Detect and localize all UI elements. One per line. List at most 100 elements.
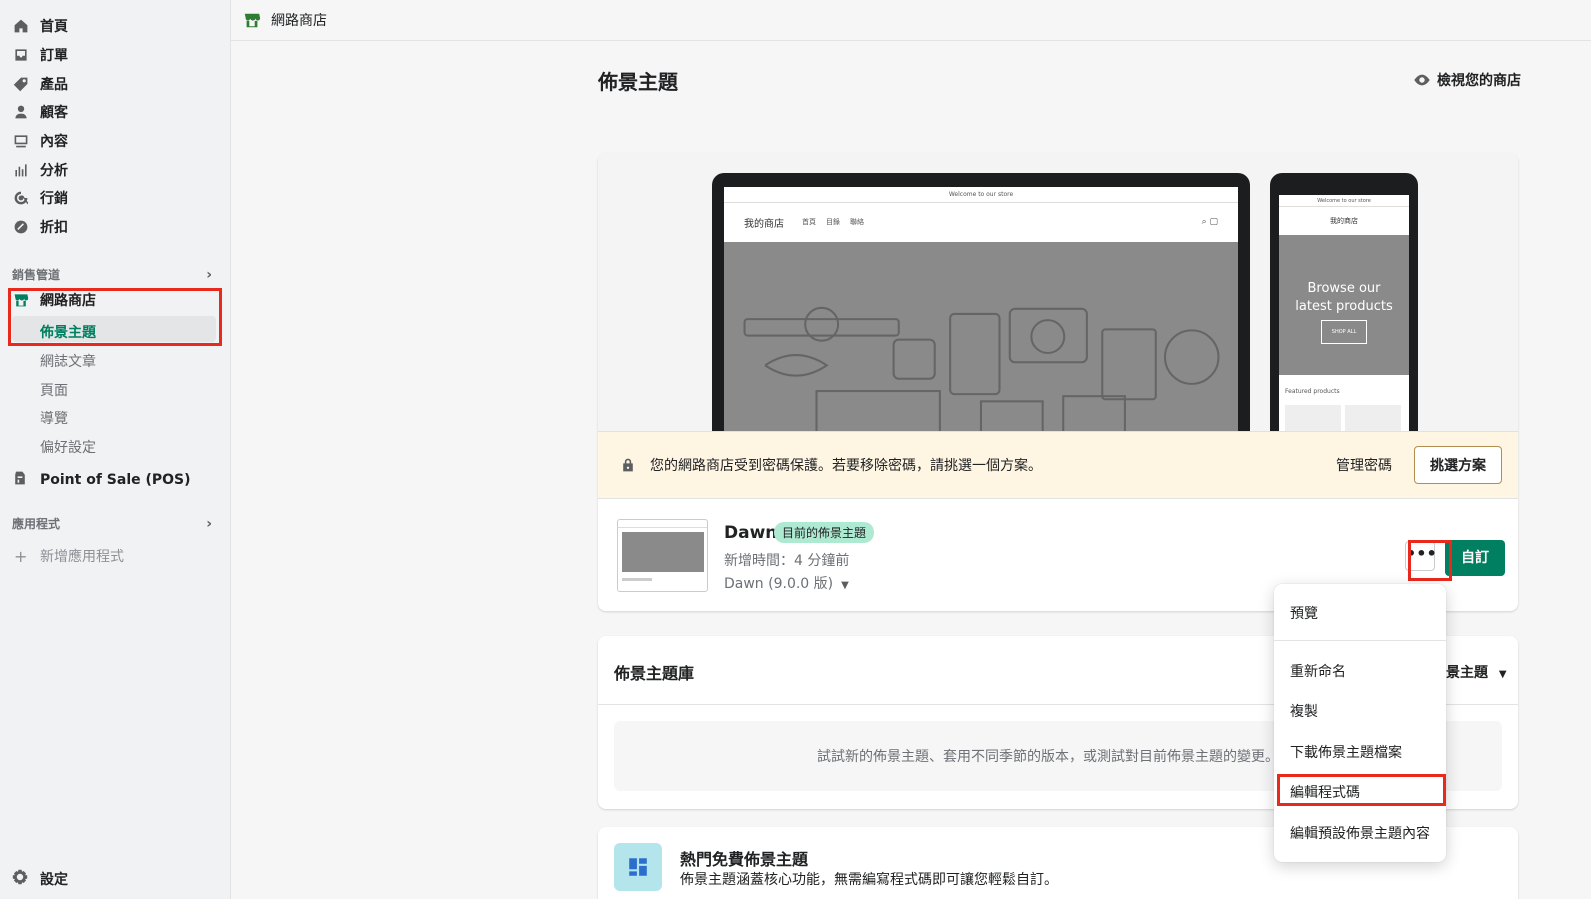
breadcrumb[interactable]: 網路商店 xyxy=(271,10,327,30)
preview-featured-label: Featured products xyxy=(1285,388,1340,395)
menu-item-preview[interactable]: 預覽 xyxy=(1290,603,1318,623)
sidebar: 首頁 訂單 產品 顧客 內容 分析 行銷 折扣 銷售管道 › 網路商店 佈景主題… xyxy=(0,0,231,899)
menu-item-duplicate[interactable]: 複製 xyxy=(1290,701,1318,721)
library-empty-text: 試試新的佈景主題、套用不同季節的版本，或測試對目前佈景主題的變更。 xyxy=(817,749,1279,765)
password-notice: 您的網路商店受到密碼保護。若要移除密碼，請挑選一個方案。 管理密碼 挑選方案 xyxy=(598,431,1518,498)
gear-icon xyxy=(12,869,30,889)
store-icon xyxy=(244,13,261,28)
sidebar-item-analytics[interactable]: 分析 xyxy=(12,158,68,182)
sidebar-sub-pages[interactable]: 頁面 xyxy=(40,380,68,400)
preview-header: 我的商店 首頁 目錄 聯絡 ⌕ ▢ xyxy=(724,203,1238,241)
top-bar: 網路商店 xyxy=(231,0,1591,41)
manage-password-link[interactable]: 管理密碼 xyxy=(1336,455,1392,475)
sidebar-item-label: 折扣 xyxy=(40,220,68,236)
sidebar-item-label: 產品 xyxy=(40,77,68,93)
sidebar-item-marketing[interactable]: 行銷 xyxy=(12,186,68,210)
view-store-button[interactable]: 檢視您的商店 xyxy=(1413,70,1521,90)
preview-link: 目錄 xyxy=(826,218,840,226)
sidebar-item-orders[interactable]: 訂單 xyxy=(12,43,68,67)
plus-icon: + xyxy=(14,546,28,566)
pos-icon xyxy=(12,470,30,490)
caret-down-icon: ▼ xyxy=(841,580,849,591)
add-app-label: 新增應用程式 xyxy=(40,549,124,565)
theme-actions-menu: 預覽 重新命名 複製 下載佈景主題檔案 編輯程式碼 編輯預設佈景主題內容 xyxy=(1274,584,1446,862)
apps-label: 應用程式 xyxy=(12,517,61,531)
store-icon xyxy=(12,291,30,309)
preview-shop-button: SHOP ALL xyxy=(1320,320,1368,344)
hero-line: Browse our xyxy=(1307,281,1381,296)
sidebar-sub-navigation[interactable]: 導覽 xyxy=(40,408,68,428)
discount-icon xyxy=(12,218,30,236)
add-app-button[interactable]: + 新增應用程式 xyxy=(14,546,124,566)
settings-label: 設定 xyxy=(40,872,68,888)
sidebar-item-label: 網路商店 xyxy=(40,293,96,309)
preview-link: 首頁 xyxy=(802,218,816,226)
analytics-icon xyxy=(12,161,30,179)
sidebar-sub-blog-posts[interactable]: 網誌文章 xyxy=(40,351,96,371)
phone-preview: Welcome to our store 我的商店 Browse our lat… xyxy=(1270,173,1418,431)
theme-library-title: 佈景主題庫 xyxy=(614,664,695,683)
add-theme-label: 景主題 xyxy=(1446,665,1488,681)
preview-hero-image xyxy=(724,242,1238,431)
preview-store-name: 我的商店 xyxy=(1330,217,1358,225)
marketing-icon xyxy=(12,189,30,207)
tag-icon xyxy=(12,75,30,93)
menu-divider xyxy=(1274,640,1446,641)
pos-label: Point of Sale (POS) xyxy=(40,472,191,488)
sidebar-item-products[interactable]: 產品 xyxy=(12,72,68,96)
menu-item-download[interactable]: 下載佈景主題檔案 xyxy=(1290,742,1402,762)
theme-added-time: 新增時間：4 分鐘前 xyxy=(724,553,850,569)
theme-version-dropdown[interactable]: Dawn (9.0.0 版) ▼ xyxy=(724,573,849,593)
home-icon xyxy=(12,17,30,35)
sidebar-item-label: 訂單 xyxy=(40,48,68,64)
view-store-label: 檢視您的商店 xyxy=(1437,73,1521,89)
menu-item-rename[interactable]: 重新命名 xyxy=(1290,661,1346,681)
apps-header[interactable]: 應用程式 › xyxy=(12,515,212,532)
content-icon xyxy=(12,132,30,150)
free-themes-title: 熱門免費佈景主題 xyxy=(680,850,809,869)
preview-product-tile xyxy=(1285,405,1341,431)
customer-icon xyxy=(12,103,30,121)
hero-sketch-illustration xyxy=(743,306,1220,431)
sidebar-item-label: 行銷 xyxy=(40,191,68,207)
theme-version-label: Dawn (9.0.0 版) xyxy=(724,576,834,592)
preview-product-tile xyxy=(1345,405,1401,431)
laptop-preview: Welcome to our store 我的商店 首頁 目錄 聯絡 ⌕ ▢ xyxy=(712,173,1250,431)
sidebar-sub-themes[interactable]: 佈景主題 xyxy=(40,322,96,342)
orders-icon xyxy=(12,46,30,64)
preview-hero-image: Browse our latest products SHOP ALL xyxy=(1279,235,1409,375)
page-title: 佈景主題 xyxy=(598,70,678,94)
theme-thumbnail xyxy=(617,519,708,592)
theme-preview[interactable]: Welcome to our store 我的商店 首頁 目錄 聯絡 ⌕ ▢ W… xyxy=(598,153,1518,431)
customize-button[interactable]: 自訂 xyxy=(1445,540,1505,576)
sidebar-item-content[interactable]: 內容 xyxy=(12,129,68,153)
chevron-right-icon: › xyxy=(206,515,212,532)
theme-layout-icon xyxy=(614,843,662,891)
sidebar-item-online-store[interactable]: 網路商店 xyxy=(12,288,96,312)
sidebar-item-customers[interactable]: 顧客 xyxy=(12,100,68,124)
choose-plan-button[interactable]: 挑選方案 xyxy=(1414,446,1502,484)
hero-line: latest products xyxy=(1295,299,1393,314)
preview-store-name: 我的商店 xyxy=(744,218,784,230)
notice-message: 您的網路商店受到密碼保護。若要移除密碼，請挑選一個方案。 xyxy=(650,458,1042,474)
menu-item-edit-default-content[interactable]: 編輯預設佈景主題內容 xyxy=(1290,823,1430,843)
settings-button[interactable]: 設定 xyxy=(12,869,68,889)
sidebar-item-label: 顧客 xyxy=(40,105,68,121)
preview-announcement: Welcome to our store xyxy=(724,187,1238,203)
sidebar-sub-preferences[interactable]: 偏好設定 xyxy=(40,437,96,457)
sales-channels-header[interactable]: 銷售管道 › xyxy=(12,266,212,283)
sidebar-item-pos[interactable]: Point of Sale (POS) xyxy=(12,470,191,490)
sidebar-item-label: 首頁 xyxy=(40,19,68,35)
preview-hero-text: Browse our latest products SHOP ALL xyxy=(1279,280,1409,344)
more-actions-button[interactable]: ••• xyxy=(1405,541,1437,571)
add-theme-dropdown[interactable]: 景主題 ▼ xyxy=(1446,662,1507,682)
lock-icon xyxy=(623,458,633,472)
preview-announcement: Welcome to our store xyxy=(1279,195,1409,207)
eye-icon xyxy=(1414,74,1430,86)
sidebar-item-discounts[interactable]: 折扣 xyxy=(12,215,68,239)
sidebar-item-home[interactable]: 首頁 xyxy=(12,14,68,38)
chevron-right-icon: › xyxy=(206,266,212,283)
search-icon: ⌕ ▢ xyxy=(1201,217,1218,227)
sidebar-item-label: 分析 xyxy=(40,163,68,179)
menu-item-edit-code[interactable]: 編輯程式碼 xyxy=(1290,782,1360,802)
